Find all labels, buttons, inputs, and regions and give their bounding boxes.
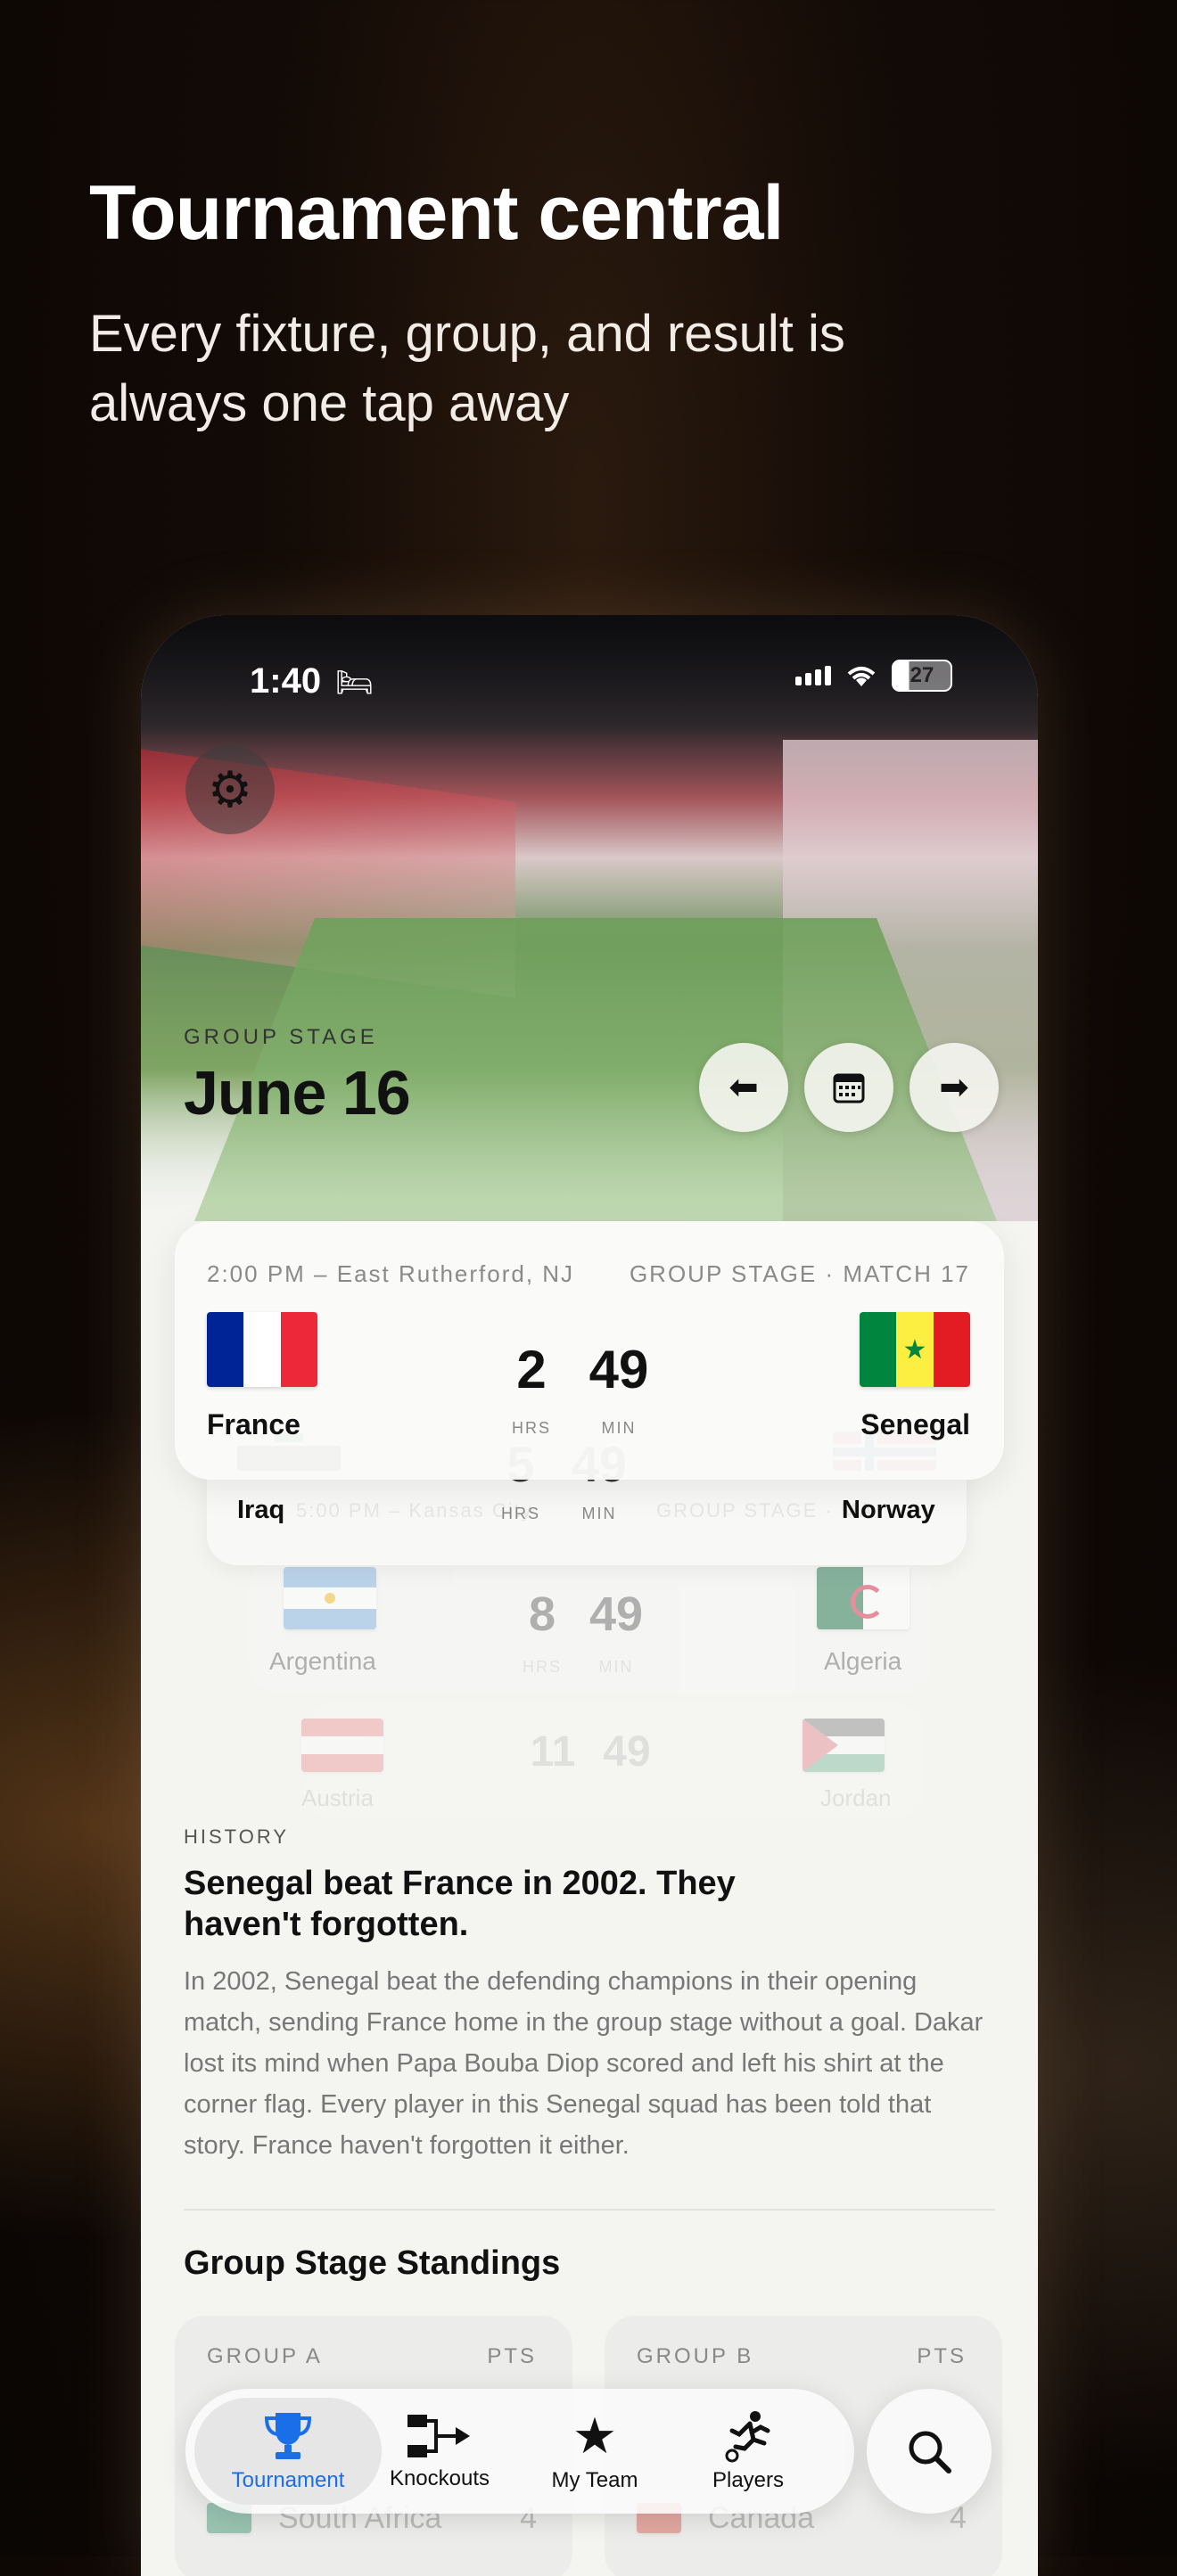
minutes-unit-label: MIN [581, 1505, 617, 1522]
away-team-name: Jordan [820, 1784, 892, 1811]
wifi-icon [847, 667, 876, 686]
promo-subtitle: Every fixture, group, and result is alwa… [89, 305, 845, 432]
tab-label: Players [712, 2468, 785, 2492]
minutes-unit-label: MIN [601, 1419, 637, 1437]
countdown-hours: 2 [516, 1340, 547, 1399]
group-name: GROUP A [207, 2344, 323, 2368]
cellular-signal-icon [795, 666, 831, 685]
history-label: HISTORY [184, 1825, 289, 1848]
countdown-minutes: 49 [588, 1587, 644, 1641]
argentina-flag [284, 1567, 376, 1629]
star-icon: ★ [572, 2408, 618, 2464]
status-indicators: 27 [795, 660, 952, 692]
battery-indicator: 27 [892, 660, 952, 692]
tab-label: My Team [551, 2468, 638, 2492]
gear-icon: ⚙ [207, 761, 253, 817]
france-flag [207, 1312, 317, 1387]
countdown-minutes: 49 [588, 1340, 649, 1399]
tab-label: Knockouts [389, 2466, 490, 2490]
history-title: Senegal beat France in 2002. They haven'… [184, 1865, 736, 1943]
search-button[interactable] [867, 2389, 992, 2514]
previous-day-button[interactable]: ⬅ [699, 1043, 788, 1132]
countdown-hours: 8 [528, 1587, 556, 1641]
calendar-button[interactable] [804, 1043, 893, 1132]
date-title: June 16 [184, 1058, 411, 1128]
history-body: In 2002, Senegal beat the defending cham… [184, 1967, 984, 2160]
hours-unit-label: HRS [511, 1419, 551, 1437]
home-team-name: France [207, 1408, 300, 1440]
status-time: 1:40 [250, 661, 322, 701]
home-team-name: Argentina [269, 1647, 376, 1675]
away-team-name: Senegal [860, 1408, 970, 1440]
group-name: GROUP B [637, 2344, 754, 2368]
hours-unit-label: HRS [500, 1505, 540, 1522]
settings-button[interactable]: ⚙ [185, 745, 275, 834]
tab-bar: Tournament Knockouts ★ My Team Players [185, 2389, 854, 2514]
home-team-name: Austria [301, 1784, 374, 1811]
tab-players[interactable]: Players [654, 2398, 842, 2505]
search-icon [909, 2431, 951, 2473]
austria-flag [301, 1719, 383, 1772]
tab-label: Tournament [231, 2468, 345, 2492]
minutes-unit-label: MIN [598, 1658, 634, 1676]
countdown-hours: 11 [530, 1728, 576, 1776]
phone-screen: 1:40 🛏 27 ⚙ GROUP STAGE June 16 ⬅ ➡ Aust… [141, 615, 1038, 2576]
fixture-time-venue: 2:00 PM – East Rutherford, NJ [207, 1260, 575, 1287]
arrow-right-icon: ➡ [939, 1068, 969, 1107]
stage-label: GROUP STAGE [184, 1025, 378, 1049]
countdown-minutes: 49 [603, 1728, 651, 1776]
bracket-icon [407, 2415, 470, 2457]
trophy-icon [264, 2413, 312, 2459]
away-team-name: Norway [842, 1496, 935, 1524]
home-team-name: Iraq [237, 1496, 285, 1524]
points-header: PTS [487, 2344, 537, 2368]
hours-unit-label: HRS [522, 1658, 562, 1676]
calendar-icon [833, 1073, 865, 1103]
arrow-left-icon: ⬅ [728, 1068, 759, 1107]
senegal-flag: ★ [860, 1312, 970, 1387]
section-divider [184, 2209, 995, 2211]
algeria-flag [817, 1567, 910, 1629]
promo-title: Tournament central [89, 170, 784, 256]
fixture-card[interactable]: Austria 11 49 Jordan [301, 1702, 926, 1818]
fixture-stage-match: GROUP STAGE · MATCH 17 [629, 1260, 970, 1287]
away-team-name: Algeria [824, 1647, 902, 1675]
jordan-flag [802, 1719, 885, 1772]
fixture-card[interactable]: Argentina 8 49 HRS MIN Algeria [248, 1560, 931, 1694]
points-header: PTS [917, 2344, 967, 2368]
standings-title: Group Stage Standings [184, 2244, 561, 2282]
featured-fixture-card[interactable]: 2:00 PM – East Rutherford, NJ GROUP STAG… [175, 1221, 1004, 1480]
stadium-hero-image [141, 615, 1038, 1221]
runner-icon [725, 2411, 770, 2463]
next-day-button[interactable]: ➡ [910, 1043, 999, 1132]
sleep-mode-icon: 🛏 [335, 666, 374, 700]
